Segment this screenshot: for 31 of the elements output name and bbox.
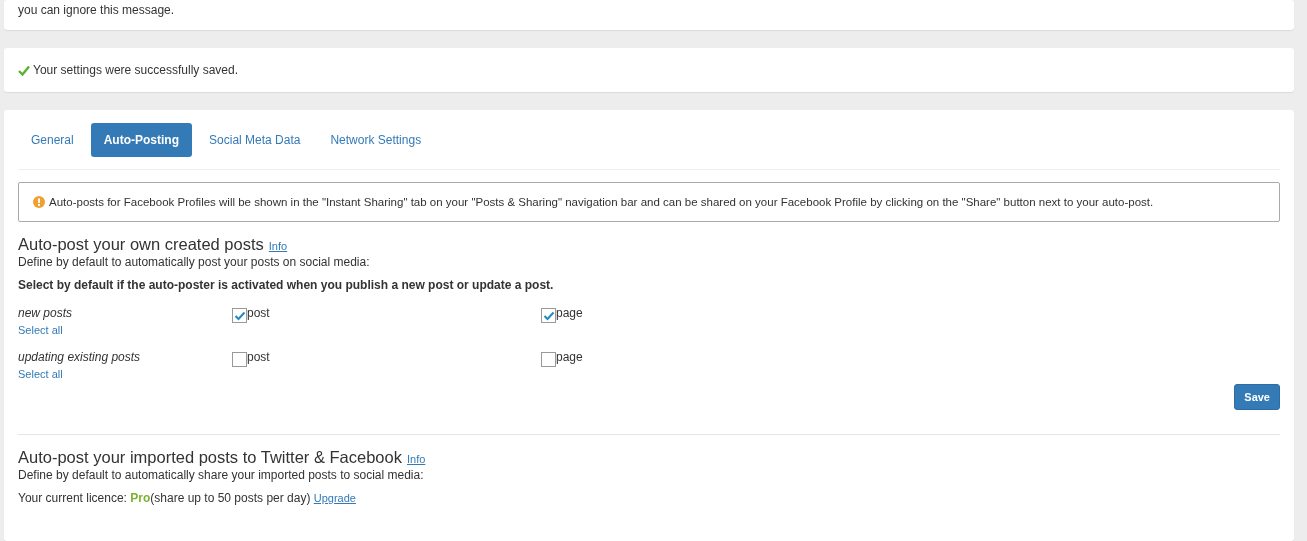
- section-title: Auto-post your own created posts: [18, 235, 264, 254]
- row-label: updating existing posts: [18, 350, 141, 364]
- select-all-link[interactable]: Select all: [18, 324, 63, 336]
- section-description: Define by default to automatically post your posts on social media:: [18, 255, 371, 269]
- exclamation-icon: [33, 196, 45, 208]
- checkbox-label: page: [556, 306, 583, 320]
- checkbox[interactable]: [541, 352, 556, 367]
- section-description: Define by default to automatically share your imported posts to social media:: [18, 468, 425, 482]
- select-all-link[interactable]: Select all: [18, 368, 63, 380]
- upgrade-link[interactable]: Upgrade: [313, 492, 356, 504]
- row-label: new posts: [18, 306, 73, 320]
- info-link[interactable]: Info: [268, 240, 288, 252]
- alert-text: Auto-posts for Facebook Profiles will be shown in the "Instant Sharing" tab on your "Posts & Sharing" navigation bar and can be shared on your Facebook Profile by clicking on the "Share" button next to your auto-post.: [49, 196, 1154, 208]
- checkbox-label: post: [247, 306, 270, 320]
- notice-text: you can ignore this message.: [18, 3, 175, 17]
- info-link[interactable]: Info: [406, 453, 426, 465]
- checkbox[interactable]: [541, 308, 556, 323]
- checkbox-label: page: [556, 350, 583, 364]
- tab[interactable]: Network Settings: [317, 123, 435, 157]
- tab[interactable]: Social Meta Data: [196, 123, 314, 157]
- save-button[interactable]: Save: [1234, 384, 1280, 410]
- tab[interactable]: Auto-Posting: [90, 123, 193, 157]
- tab[interactable]: General: [18, 123, 87, 157]
- success-text: Your settings were successfully saved.: [33, 63, 238, 77]
- licence-text: Your current licence: Pro(share up to 50 posts per day) Upgrade: [18, 491, 357, 505]
- section-title: Auto-post your imported posts to Twitter & Facebook: [18, 448, 402, 467]
- instruction-text: Select by default if the auto-poster is activated when you publish a new post or update a post.: [18, 278, 555, 292]
- checkbox-label: post: [247, 350, 270, 364]
- checkbox[interactable]: [232, 308, 247, 323]
- checkbox[interactable]: [232, 352, 247, 367]
- checkmark-icon: [18, 64, 30, 76]
